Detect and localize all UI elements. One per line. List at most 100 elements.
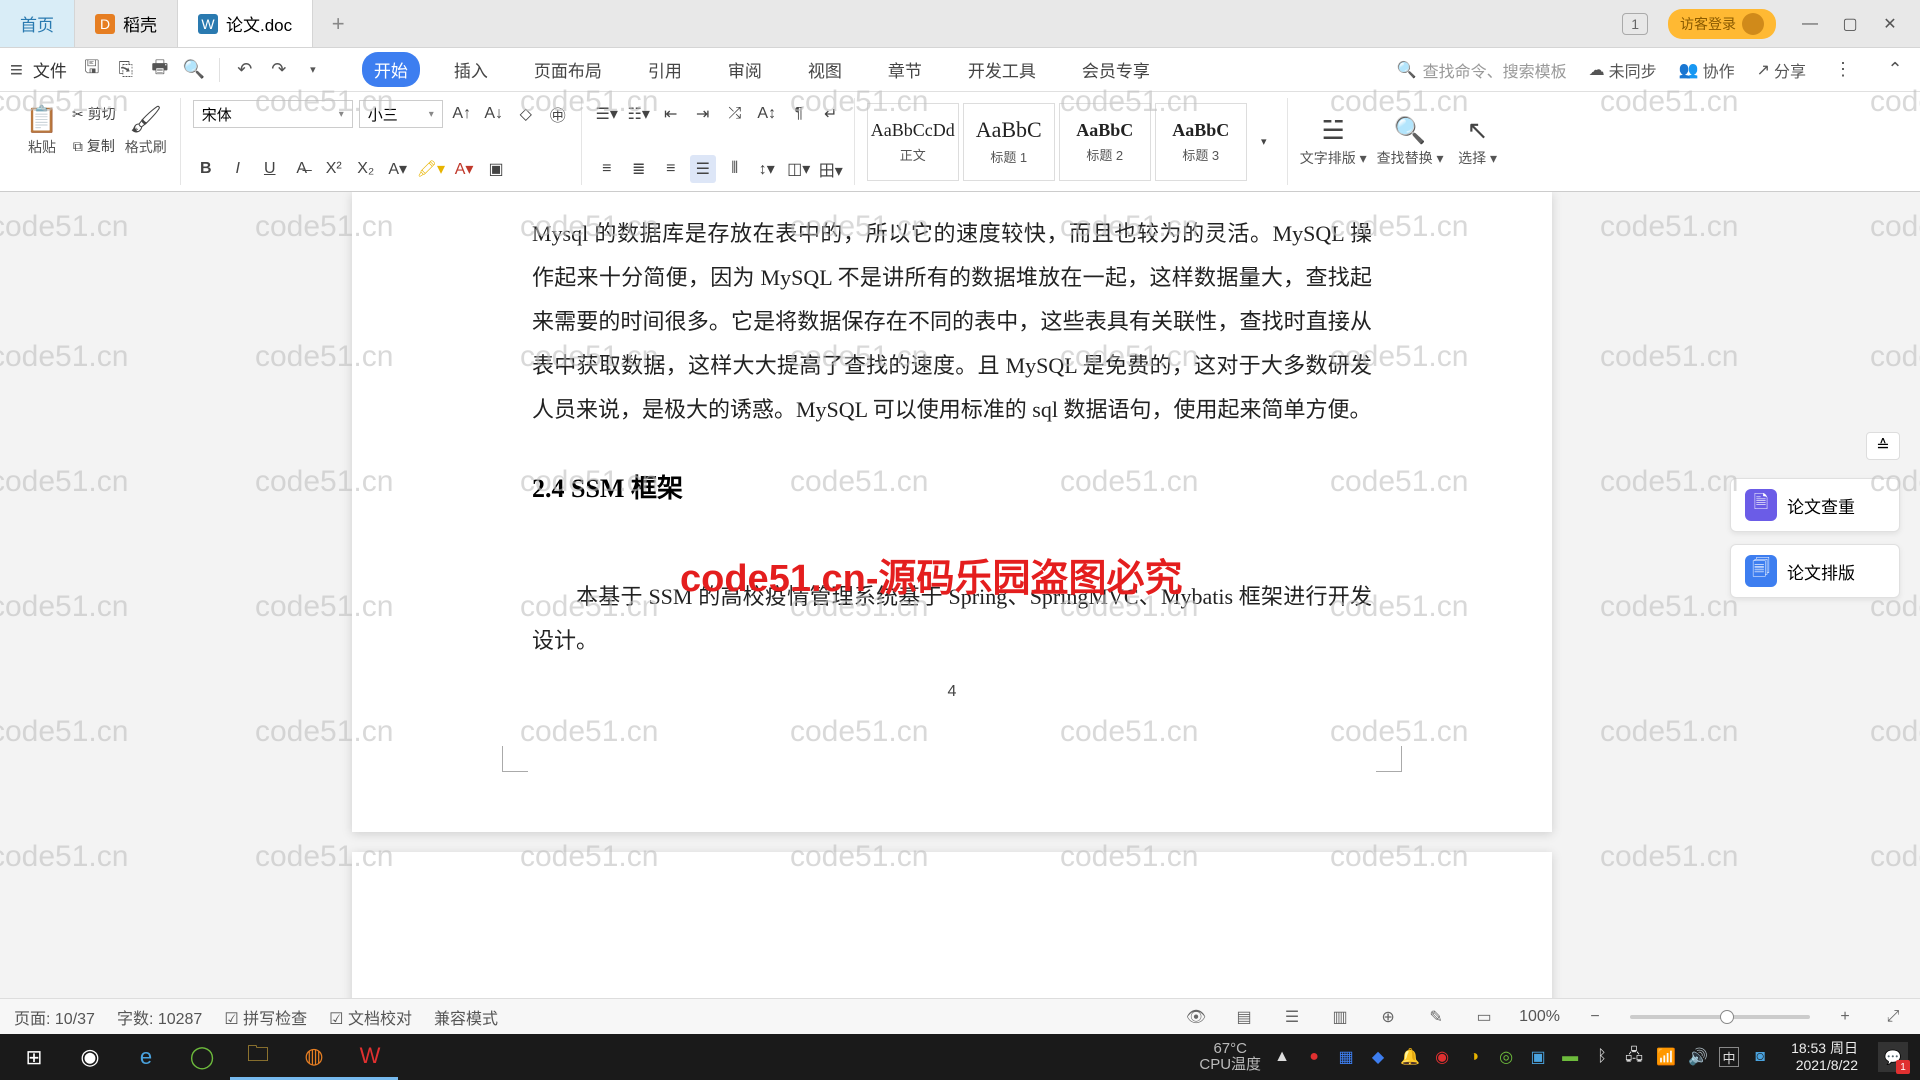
text-direction-button[interactable]: A↕	[754, 100, 780, 128]
highlight-button[interactable]: 🖍▾	[417, 155, 445, 183]
tab-reference[interactable]: 引用	[636, 52, 694, 87]
align-left-button[interactable]: ≡	[594, 155, 620, 183]
paragraph-marks-button[interactable]: ¶	[786, 100, 812, 128]
thesis-check-button[interactable]: 🗎论文查重	[1730, 478, 1900, 532]
command-search[interactable]: 🔍查找命令、搜索模板	[1397, 58, 1567, 82]
tab-pagelayout[interactable]: 页面布局	[522, 52, 614, 87]
char-border-button[interactable]: ▣	[483, 155, 509, 183]
tray-icon[interactable]: ▲	[1271, 1046, 1293, 1068]
preview-icon[interactable]: 🔍	[179, 55, 209, 85]
print-icon[interactable]: 🖶	[145, 55, 175, 85]
collab-button[interactable]: 👥协作	[1679, 58, 1735, 82]
task-edge[interactable]: ◯	[174, 1034, 230, 1080]
tray-icon[interactable]: ▬	[1559, 1046, 1581, 1068]
undo-icon[interactable]: ↶	[230, 55, 260, 85]
task-app1[interactable]: ◍	[286, 1034, 342, 1080]
zoom-slider[interactable]	[1630, 1015, 1810, 1019]
annotate-icon[interactable]: ✎	[1423, 1004, 1449, 1030]
hamburger-icon[interactable]: ≡	[10, 57, 23, 83]
redo-icon[interactable]: ↷	[264, 55, 294, 85]
indent-button[interactable]: ⇥	[690, 100, 716, 128]
tray-icon[interactable]: 🔔	[1399, 1046, 1421, 1068]
login-badge[interactable]: 访客登录	[1668, 9, 1776, 39]
zoom-out-button[interactable]: −	[1582, 1004, 1608, 1030]
bullet-list-button[interactable]: ☰▾	[594, 100, 620, 128]
phonetic-button[interactable]: ㊥	[545, 100, 571, 128]
tab-insert[interactable]: 插入	[442, 52, 500, 87]
tab-view[interactable]: 视图	[796, 52, 854, 87]
tab-start[interactable]: 开始	[362, 52, 420, 87]
text-effects-button[interactable]: A▾	[385, 155, 411, 183]
shrink-font-button[interactable]: A↓	[481, 100, 507, 128]
clear-format-button[interactable]: ◇	[513, 100, 539, 128]
select-button[interactable]: ↖选择 ▾	[1454, 115, 1502, 168]
spell-check-toggle[interactable]: ☑ 拼写检查	[224, 1005, 307, 1029]
font-size-select[interactable]: 小三▾	[359, 100, 443, 128]
fullscreen-icon[interactable]: ⤢	[1880, 1004, 1906, 1030]
maximize-button[interactable]: ▢	[1834, 10, 1866, 38]
borders-button[interactable]: 田▾	[818, 155, 844, 183]
wifi-icon[interactable]: 📶	[1655, 1046, 1677, 1068]
clock[interactable]: 18:53 周日2021/8/22	[1791, 1040, 1858, 1074]
side-panel-toggle[interactable]: ≙	[1866, 432, 1900, 460]
tray-icon[interactable]: ◑	[1463, 1046, 1485, 1068]
action-center[interactable]: 💬1	[1878, 1042, 1908, 1072]
ime-indicator[interactable]: 中	[1719, 1047, 1739, 1067]
tab-devtools[interactable]: 开发工具	[956, 52, 1048, 87]
zoom-in-button[interactable]: +	[1832, 1004, 1858, 1030]
web-view-icon[interactable]: ⊕	[1375, 1004, 1401, 1030]
align-right-button[interactable]: ≡	[658, 155, 684, 183]
read-view-icon[interactable]: ▥	[1327, 1004, 1353, 1030]
task-copilot[interactable]: ◉	[62, 1034, 118, 1080]
line-spacing-button[interactable]: ↕▾	[754, 155, 780, 183]
style-heading3[interactable]: AaBbC标题 3	[1155, 103, 1247, 181]
more-icon[interactable]: ⋮	[1828, 55, 1858, 85]
page-view-icon[interactable]: ▤	[1231, 1004, 1257, 1030]
tab-new[interactable]: +	[313, 0, 363, 47]
underline-button[interactable]: U	[257, 155, 283, 183]
sync-status[interactable]: ☁未同步	[1589, 58, 1657, 82]
tray-icon[interactable]: ◆	[1367, 1046, 1389, 1068]
tray-icon[interactable]: ◉	[1431, 1046, 1453, 1068]
align-center-button[interactable]: ≣	[626, 155, 652, 183]
undo-dropdown-icon[interactable]: ▾	[298, 55, 328, 85]
collapse-ribbon-icon[interactable]: ⌃	[1880, 55, 1910, 85]
strike-button[interactable]: A̶	[289, 155, 315, 183]
fit-width-icon[interactable]: ▭	[1471, 1004, 1497, 1030]
bold-button[interactable]: B	[193, 155, 219, 183]
tab-document[interactable]: W论文.doc	[178, 0, 313, 47]
close-button[interactable]: ✕	[1874, 10, 1906, 38]
save-icon[interactable]: 🖫	[77, 55, 107, 85]
cut-button[interactable]: ✂剪切	[72, 100, 116, 128]
outdent-button[interactable]: ⇤	[658, 100, 684, 128]
style-heading1[interactable]: AaBbC标题 1	[963, 103, 1055, 181]
tab-home[interactable]: 首页	[0, 0, 75, 47]
find-replace-button[interactable]: 🔍查找替换 ▾	[1377, 115, 1444, 168]
subscript-button[interactable]: X₂	[353, 155, 379, 183]
number-list-button[interactable]: ☷▾	[626, 100, 652, 128]
task-explorer[interactable]: 🗀	[230, 1034, 286, 1080]
network-icon[interactable]: 🖧	[1623, 1046, 1645, 1068]
zoom-level[interactable]: 100%	[1519, 1008, 1560, 1026]
sort-button[interactable]: ⤮	[722, 100, 748, 128]
text-layout-button[interactable]: ☱文字排版 ▾	[1300, 115, 1367, 168]
shading-button[interactable]: ◫▾	[786, 155, 812, 183]
bluetooth-icon[interactable]: ᛒ	[1591, 1046, 1613, 1068]
proofread-toggle[interactable]: ☑ 文档校对	[329, 1005, 412, 1029]
volume-icon[interactable]: 🔊	[1687, 1046, 1709, 1068]
tray-icon[interactable]: ●	[1303, 1046, 1325, 1068]
tab-member[interactable]: 会员专享	[1070, 52, 1162, 87]
tray-icon[interactable]: ▦	[1335, 1046, 1357, 1068]
line-break-button[interactable]: ↵	[818, 100, 844, 128]
format-painter-button[interactable]: 🖌格式刷	[122, 104, 170, 157]
share-button[interactable]: ↗分享	[1757, 58, 1806, 82]
saveas-icon[interactable]: ⎘	[111, 55, 141, 85]
outline-view-icon[interactable]: ☰	[1279, 1004, 1305, 1030]
eye-icon[interactable]: 👁	[1183, 1004, 1209, 1030]
paste-button[interactable]: 📋粘贴	[18, 104, 66, 157]
italic-button[interactable]: I	[225, 155, 251, 183]
start-button[interactable]: ⊞	[6, 1034, 62, 1080]
cpu-temp[interactable]: 67°CCPU温度	[1199, 1041, 1261, 1074]
body-paragraph[interactable]: Mysql 的数据库是存放在表中的，所以它的速度较快，而且也较为的灵活。MySQ…	[532, 212, 1372, 432]
file-menu[interactable]: 文件	[33, 57, 67, 82]
